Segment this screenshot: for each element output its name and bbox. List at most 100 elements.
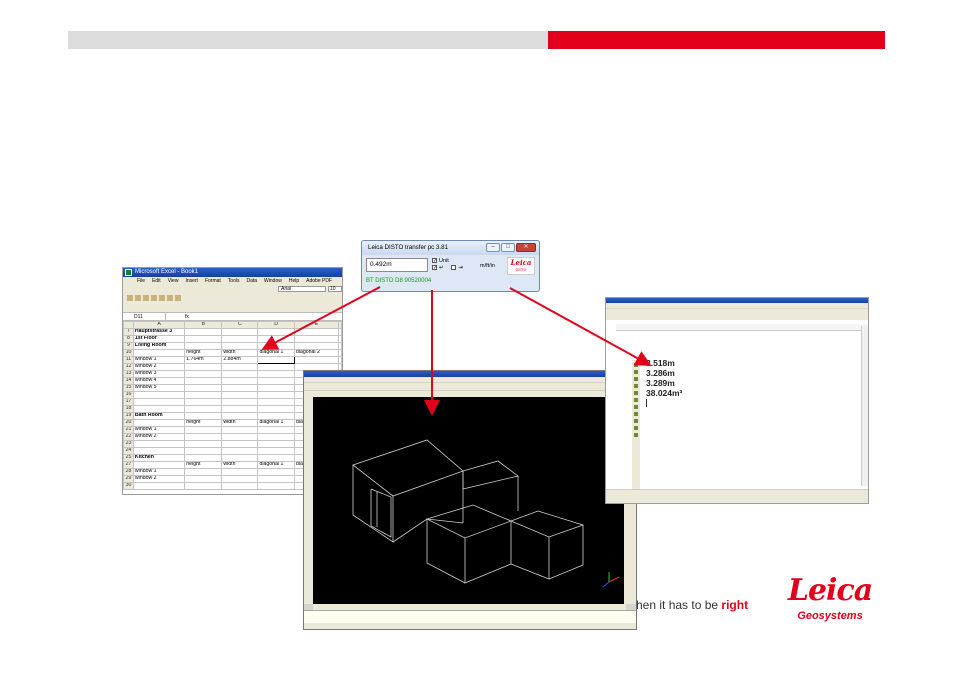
open-icon[interactable] <box>127 294 133 301</box>
cell[interactable] <box>184 405 223 413</box>
excel-format-toolbar[interactable]: Arial 10 <box>123 285 342 293</box>
cell[interactable] <box>221 370 259 378</box>
cell[interactable] <box>221 433 259 441</box>
cell[interactable]: width <box>221 419 259 427</box>
close-button[interactable]: ✕ <box>516 243 536 252</box>
cell[interactable] <box>221 468 259 476</box>
fx-icon[interactable]: fx <box>185 313 189 321</box>
chart-icon[interactable] <box>175 294 181 301</box>
cell[interactable] <box>257 405 295 413</box>
cell[interactable] <box>338 328 342 336</box>
font-size-select[interactable]: 10 <box>328 286 342 292</box>
menu-item[interactable]: Insert <box>185 278 198 284</box>
menu-item[interactable]: View <box>168 278 179 284</box>
cell[interactable] <box>293 335 340 343</box>
cell[interactable] <box>338 356 342 364</box>
cell[interactable] <box>257 447 295 455</box>
cell[interactable] <box>221 440 259 448</box>
row-header[interactable]: 28 <box>123 468 134 476</box>
cell[interactable]: window 2 <box>132 363 186 371</box>
word-document-text[interactable]: 3.518m 3.286m 3.289m 38.024m³ <box>646 358 682 407</box>
cell[interactable]: 1st Floor <box>132 335 186 343</box>
cell[interactable]: 2.884m <box>221 356 259 364</box>
copy-icon[interactable] <box>151 294 157 301</box>
cell[interactable]: width <box>221 461 259 469</box>
menu-item[interactable]: Data <box>246 278 257 284</box>
row-header[interactable]: 29 <box>123 475 134 483</box>
cad-canvas[interactable] <box>313 397 626 604</box>
row-header[interactable]: 27 <box>123 461 134 469</box>
row-header[interactable]: 25 <box>123 454 134 462</box>
cell[interactable]: window 1 <box>132 468 186 476</box>
cell[interactable]: Living Room <box>132 342 186 350</box>
cell[interactable] <box>257 398 295 406</box>
cell[interactable] <box>293 328 340 336</box>
name-box[interactable]: D11 <box>124 313 166 321</box>
cell[interactable] <box>293 356 340 364</box>
column-header[interactable]: C <box>221 321 259 329</box>
save-icon[interactable] <box>135 294 141 301</box>
cell[interactable]: window 2 <box>132 433 186 441</box>
cell[interactable]: diagonal 2 <box>293 349 340 357</box>
cell[interactable] <box>184 440 223 448</box>
excel-titlebar[interactable]: Microsoft Excel - Book1 <box>123 268 342 277</box>
undo-icon[interactable] <box>167 294 173 301</box>
menu-item[interactable]: Tools <box>228 278 240 284</box>
cad-left-toolbar[interactable] <box>304 397 313 604</box>
cell[interactable] <box>257 454 295 462</box>
cell[interactable] <box>221 391 259 399</box>
print-icon[interactable] <box>143 294 149 301</box>
cell[interactable]: width <box>221 349 259 357</box>
cell[interactable] <box>184 447 223 455</box>
row-header[interactable]: 21 <box>123 426 134 434</box>
cell[interactable]: Bath Room <box>132 412 186 420</box>
row-header[interactable]: 13 <box>123 370 134 378</box>
cell[interactable] <box>257 384 295 392</box>
word-scrollbar[interactable] <box>861 326 868 486</box>
row-header[interactable]: 22 <box>123 433 134 441</box>
cad-window[interactable] <box>303 370 637 630</box>
cell[interactable] <box>257 335 295 343</box>
cell[interactable] <box>184 363 223 371</box>
cell[interactable] <box>221 398 259 406</box>
formula-bar[interactable]: D11 fx <box>123 312 342 321</box>
cell[interactable] <box>184 328 223 336</box>
cell[interactable] <box>221 412 259 420</box>
row-header[interactable]: 14 <box>123 377 134 385</box>
excel-standard-toolbar[interactable] <box>123 293 342 303</box>
cell[interactable] <box>257 412 295 420</box>
cell[interactable] <box>221 384 259 392</box>
cell[interactable]: diagonal 1 <box>257 461 295 469</box>
cell[interactable]: diagonal 1 <box>257 349 295 357</box>
word-format-toolbar[interactable] <box>606 314 868 320</box>
cell[interactable]: height <box>184 349 223 357</box>
cell[interactable]: 1.764m <box>184 356 223 364</box>
cell[interactable]: window 1 <box>132 356 186 364</box>
menu-item[interactable]: Window <box>264 278 282 284</box>
menu-item[interactable]: Adobe PDF <box>306 278 332 284</box>
cell[interactable] <box>184 398 223 406</box>
cell[interactable] <box>293 342 340 350</box>
row-header[interactable]: 16 <box>123 391 134 399</box>
maximize-button[interactable]: □ <box>501 243 515 252</box>
cell[interactable] <box>257 370 295 378</box>
cell[interactable]: window 5 <box>132 384 186 392</box>
cell[interactable] <box>221 475 259 483</box>
select-all-corner[interactable] <box>123 321 134 329</box>
cell[interactable] <box>221 328 259 336</box>
cell[interactable] <box>184 391 223 399</box>
word-drawing-toolbar[interactable] <box>606 489 868 503</box>
cell[interactable] <box>184 433 223 441</box>
column-header[interactable]: E <box>293 321 340 329</box>
cell[interactable] <box>221 377 259 385</box>
cell[interactable] <box>221 335 259 343</box>
column-header[interactable]: D <box>257 321 295 329</box>
disto-options[interactable]: ✓ Unit ✓ ↵ ⇥ <box>432 258 463 272</box>
menu-item[interactable]: Format <box>205 278 221 284</box>
cell[interactable] <box>257 328 295 336</box>
cell[interactable] <box>132 349 186 357</box>
cell[interactable] <box>221 405 259 413</box>
row-header[interactable]: 19 <box>123 412 134 420</box>
row-header[interactable]: 24 <box>123 447 134 455</box>
cell[interactable] <box>132 391 186 399</box>
